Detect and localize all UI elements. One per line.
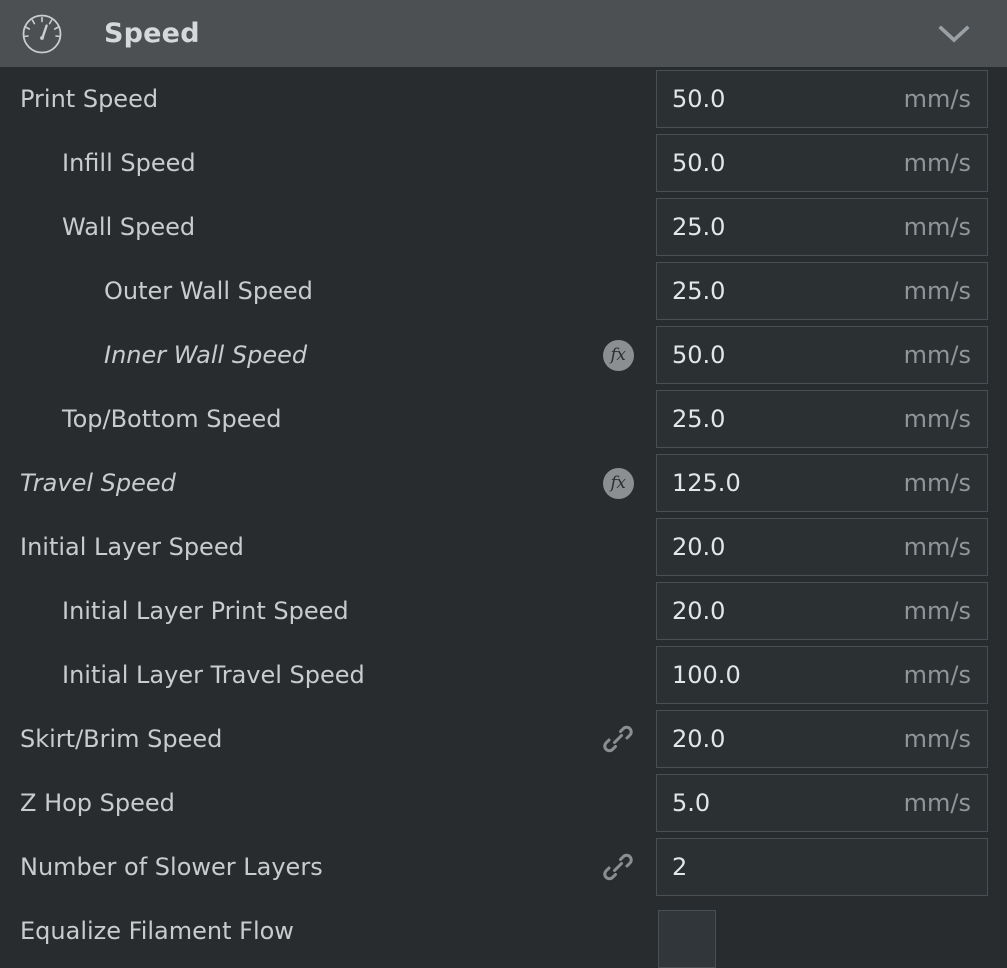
setting-value-field[interactable]: 50.0 mm/s [656,70,988,128]
setting-value-field[interactable]: 50.0 mm/s [656,326,988,384]
setting-row: Wall Speed 25.0 mm/s [0,195,1007,259]
setting-unit: mm/s [903,277,971,305]
setting-unit: mm/s [903,341,971,369]
setting-label: Equalize Filament Flow [20,917,294,945]
setting-value: 5.0 [672,789,711,817]
setting-row: Equalize Filament Flow [0,899,1007,968]
setting-value-field[interactable]: 2 [656,838,988,896]
setting-value: 25.0 [672,213,726,241]
setting-value-field[interactable]: 20.0 mm/s [656,518,988,576]
setting-value-field[interactable]: 25.0 mm/s [656,198,988,256]
setting-value-field[interactable]: 100.0 mm/s [656,646,988,704]
setting-unit: mm/s [903,597,971,625]
setting-label: Initial Layer Speed [20,533,244,561]
function-fx-icon[interactable]: fx [598,463,638,503]
setting-value-field[interactable]: 125.0 mm/s [656,454,988,512]
setting-row: Initial Layer Print Speed 20.0 mm/s [0,579,1007,643]
setting-checkbox[interactable] [658,910,716,968]
setting-row: Skirt/Brim Speed 20.0 mm/s [0,707,1007,771]
setting-label: Number of Slower Layers [20,853,323,881]
setting-label: Print Speed [20,85,159,113]
fx-badge: fx [602,467,634,499]
setting-unit: mm/s [903,725,971,753]
setting-unit: mm/s [903,149,971,177]
link-icon[interactable] [598,719,638,759]
setting-label: Top/Bottom Speed [62,405,282,433]
setting-value-field[interactable]: 50.0 mm/s [656,134,988,192]
setting-value-field[interactable]: 20.0 mm/s [656,582,988,640]
setting-value: 50.0 [672,85,726,113]
setting-row: Travel Speed fx 125.0 mm/s [0,451,1007,515]
speed-settings-panel: Speed Print Speed 50.0 mm/s Infill Speed 50.… [0,0,1007,968]
setting-unit: mm/s [903,469,971,497]
setting-value-field[interactable]: 5.0 mm/s [656,774,988,832]
setting-row: Top/Bottom Speed 25.0 mm/s [0,387,1007,451]
setting-row: Print Speed 50.0 mm/s [0,67,1007,131]
fx-badge: fx [602,339,634,371]
setting-unit: mm/s [903,85,971,113]
setting-value: 20.0 [672,725,726,753]
setting-value-field[interactable]: 25.0 mm/s [656,262,988,320]
category-header-speed[interactable]: Speed [0,0,1007,67]
setting-unit: mm/s [903,661,971,689]
setting-value: 125.0 [672,469,741,497]
setting-unit: mm/s [903,789,971,817]
setting-label: Wall Speed [62,213,196,241]
setting-row: Outer Wall Speed 25.0 mm/s [0,259,1007,323]
speedometer-icon [18,10,66,58]
setting-label: Infill Speed [62,149,196,177]
page-title: Speed [104,18,200,49]
setting-value: 25.0 [672,277,726,305]
setting-row: Infill Speed 50.0 mm/s [0,131,1007,195]
setting-label: Inner Wall Speed [104,341,308,369]
link-icon[interactable] [598,847,638,887]
setting-value: 20.0 [672,597,726,625]
setting-value-field[interactable]: 25.0 mm/s [656,390,988,448]
setting-label: Skirt/Brim Speed [20,725,223,753]
setting-row: Z Hop Speed 5.0 mm/s [0,771,1007,835]
setting-value: 2 [672,853,688,881]
settings-list: Print Speed 50.0 mm/s Infill Speed 50.0 mm/s W… [0,67,1007,968]
setting-value: 20.0 [672,533,726,561]
function-fx-icon[interactable]: fx [598,335,638,375]
chevron-down-icon[interactable] [937,23,971,45]
setting-unit: mm/s [903,405,971,433]
setting-label: Z Hop Speed [20,789,175,817]
setting-row: Initial Layer Speed 20.0 mm/s [0,515,1007,579]
setting-unit: mm/s [903,533,971,561]
setting-value-field[interactable]: 20.0 mm/s [656,710,988,768]
setting-label: Initial Layer Travel Speed [62,661,365,689]
setting-label: Travel Speed [20,469,176,497]
setting-unit: mm/s [903,213,971,241]
setting-value: 50.0 [672,341,726,369]
fx-badge-label: fx [610,344,626,365]
setting-row: Number of Slower Layers 2 [0,835,1007,899]
setting-label: Initial Layer Print Speed [62,597,349,625]
setting-value: 100.0 [672,661,741,689]
setting-value: 50.0 [672,149,726,177]
setting-label: Outer Wall Speed [104,277,313,305]
setting-row: Initial Layer Travel Speed 100.0 mm/s [0,643,1007,707]
setting-row: Inner Wall Speed fx 50.0 mm/s [0,323,1007,387]
setting-value: 25.0 [672,405,726,433]
fx-badge-label: fx [610,472,626,493]
